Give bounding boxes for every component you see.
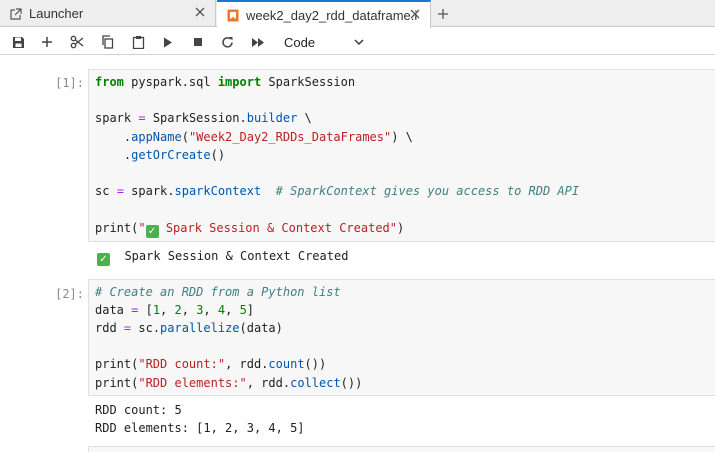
output-text: Spark Session & Context Created [124, 249, 349, 263]
code-line: rdd = sc.parallelize(data) [95, 321, 283, 335]
code-token: (data) [239, 321, 283, 335]
code-line: print(" ✓ Spark Session & Context Created… [95, 221, 404, 238]
code-token: () [210, 148, 226, 162]
check-mark-icon: ✓ [97, 253, 110, 266]
code-token: getOrCreate [131, 148, 211, 162]
tab-launcher[interactable]: Launcher [0, 0, 216, 27]
code-token: print( [95, 357, 139, 371]
code-comment: # SparkContext gives you access to RDD A… [275, 184, 580, 198]
code-token: \ [297, 111, 312, 125]
cell-prompt: [2]: [55, 287, 84, 301]
code-token: , [203, 303, 218, 317]
code-token: , [225, 303, 240, 317]
cut-icon[interactable] [66, 32, 88, 52]
stop-icon[interactable] [187, 32, 209, 52]
tab-bar: Launcher week2_day2_rdd_dataframe.i [0, 0, 715, 28]
code-token: sc. [131, 321, 161, 335]
cell-output: RDD elements: [1, 2, 3, 4, 5] [95, 421, 305, 435]
code-token: ()) [340, 376, 363, 390]
code-token: ) \ [391, 130, 413, 144]
save-icon[interactable] [7, 32, 29, 52]
code-line: print("RDD elements:", rdd.collect()) [95, 376, 362, 390]
code-token: ] [246, 303, 255, 317]
code-number: 1 [152, 303, 161, 317]
cell-type-value: Code [284, 34, 316, 50]
code-token: , [160, 303, 175, 317]
code-token: spark [95, 111, 139, 125]
code-number: 5 [239, 303, 247, 317]
run-all-icon[interactable] [247, 32, 269, 52]
code-token: from [95, 75, 124, 89]
code-token: " [138, 221, 146, 235]
new-tab-button[interactable] [432, 0, 454, 27]
code-token: , rdd. [246, 376, 291, 390]
cell-prompt: [1]: [55, 76, 84, 90]
code-cell-editor[interactable] [88, 446, 715, 452]
launcher-icon [9, 7, 23, 21]
code-token: ()) [304, 357, 327, 371]
code-token: spark. [123, 184, 175, 198]
code-token: count [268, 357, 305, 371]
code-token: "RDD count:" [138, 357, 226, 371]
code-line: data = [1, 2, 3, 4, 5] [95, 303, 254, 317]
notebook-toolbar: Code [0, 28, 715, 55]
code-number: 2 [174, 303, 182, 317]
code-token: builder [246, 111, 298, 125]
close-icon[interactable] [408, 7, 422, 21]
code-token: = [138, 111, 146, 125]
chevron-down-icon [353, 36, 365, 51]
code-line: print("RDD count:", rdd.count()) [95, 357, 326, 371]
code-line: sc = spark.sparkContext # SparkContext g… [95, 184, 579, 198]
code-token: , rdd. [225, 357, 269, 371]
code-token: appName [131, 130, 182, 144]
copy-icon[interactable] [96, 32, 118, 52]
code-token: , [181, 303, 197, 317]
code-token: pyspark.sql [123, 75, 218, 89]
cell-output: ✓ Spark Session & Context Created [95, 249, 348, 266]
cell-type-select[interactable]: Code [277, 31, 369, 53]
code-token: rdd [95, 321, 124, 335]
code-token: ( [181, 130, 189, 144]
tab-label: Launcher [29, 6, 84, 21]
tab-label: week2_day2_rdd_dataframe.i [246, 7, 418, 23]
code-token: ) [397, 221, 405, 235]
code-line: .appName("Week2_Day2_RDDs_DataFrames") \ [95, 130, 413, 144]
check-mark-icon: ✓ [145, 225, 159, 238]
code-token: print( [95, 221, 139, 235]
code-token: sparkContext [174, 184, 262, 198]
code-token: import [217, 75, 262, 89]
close-icon[interactable] [193, 5, 207, 19]
code-token: SparkSession [261, 75, 356, 89]
tab-notebook[interactable]: week2_day2_rdd_dataframe.i [217, 0, 431, 28]
code-token: sc [95, 184, 117, 198]
code-token: [ [138, 303, 153, 317]
restart-icon[interactable] [216, 32, 238, 52]
code-token: . [95, 130, 132, 144]
paste-icon[interactable] [127, 32, 149, 52]
code-token: parallelize [160, 321, 240, 335]
code-line: .getOrCreate() [95, 148, 225, 162]
code-line: spark = SparkSession.builder \ [95, 111, 312, 125]
code-line: from pyspark.sql import SparkSession [95, 75, 355, 89]
code-token: print( [95, 376, 139, 390]
code-token: Spark Session & Context Created" [158, 221, 398, 235]
code-token: data [95, 303, 132, 317]
code-token: SparkSession. [145, 111, 247, 125]
run-icon[interactable] [157, 32, 179, 52]
code-line: # Create an RDD from a Python list [95, 285, 341, 299]
plus-icon [438, 8, 448, 19]
code-comment: # Create an RDD from a Python list [95, 285, 341, 299]
code-token: = [116, 184, 124, 198]
code-token: "Week2_Day2_RDDs_DataFrames" [188, 130, 392, 144]
code-token: . [95, 148, 132, 162]
code-token: "RDD elements:" [138, 376, 247, 390]
cell-output: RDD count: 5 [95, 403, 182, 417]
notebook-icon [226, 8, 240, 22]
add-cell-icon[interactable] [36, 32, 58, 52]
code-token: collect [290, 376, 341, 390]
